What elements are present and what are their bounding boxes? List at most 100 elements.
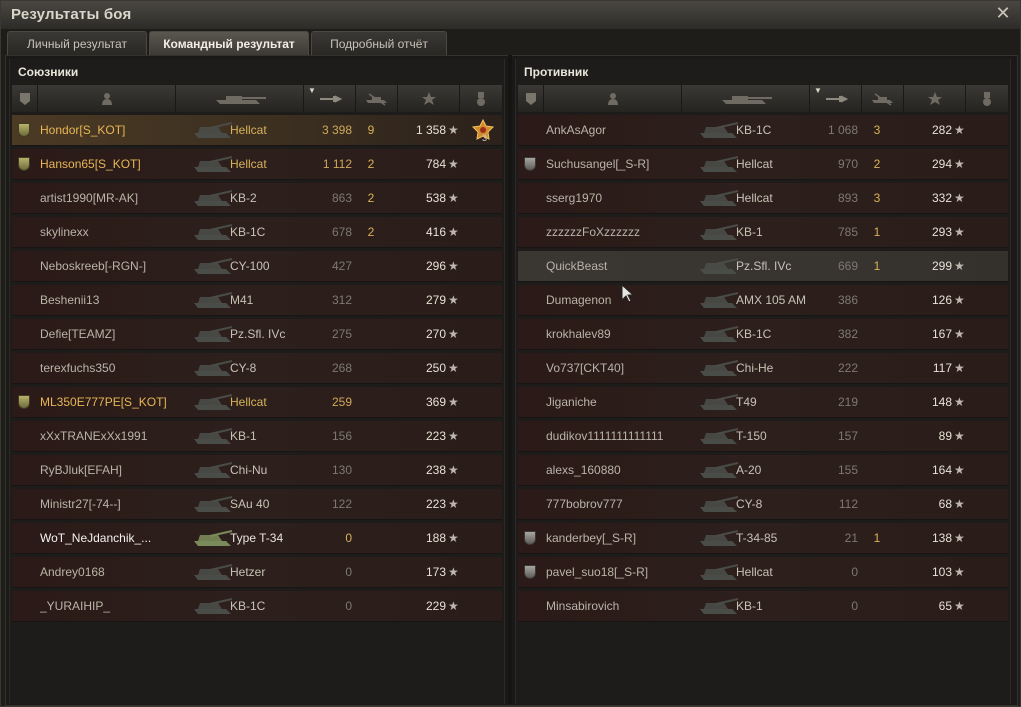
player-name[interactable]: Vo737[CKT40] [546, 353, 696, 383]
player-name[interactable]: ML350E777PE[S_KOT] [40, 387, 190, 417]
vehicle-image [696, 523, 740, 553]
player-name[interactable]: alexs_160880 [546, 455, 696, 485]
header-kills[interactable] [862, 85, 904, 112]
table-row[interactable]: sserg1970 Hellcat 893 3 332 ★ [518, 183, 1008, 214]
table-row[interactable]: Minsabirovich KB-1 0 65 ★ [518, 591, 1008, 622]
table-row[interactable]: Hondor[S_KOT] Hellcat 3 398 9 1 358 ★ 3 [12, 115, 502, 146]
table-row[interactable]: Beshenii13 M41 312 279 ★ [12, 285, 502, 316]
player-name[interactable]: xXxTRANExXx1991 [40, 421, 190, 451]
vehicle-image [696, 387, 740, 417]
tab-personal-result[interactable]: Личный результат [7, 31, 147, 55]
experience-star-icon: ★ [954, 361, 965, 375]
damage-value: 0 [851, 599, 858, 613]
tank-icon [721, 95, 772, 104]
header-player[interactable] [38, 85, 176, 112]
table-row[interactable]: Hanson65[S_KOT] Hellcat 1 112 2 784 ★ [12, 149, 502, 180]
vehicle-name: Type T-34 [230, 531, 284, 545]
table-row[interactable]: Neboskreeb[-RGN-] CY-100 427 296 ★ [12, 251, 502, 282]
table-row[interactable]: Andrey0168 Hetzer 0 173 ★ [12, 557, 502, 588]
table-row[interactable]: Ministr27[-74--] SAu 40 122 223 ★ [12, 489, 502, 520]
table-row[interactable]: Dumagenon AMX 105 AM 386 126 ★ [518, 285, 1008, 316]
player-name[interactable]: 777bobrov777 [546, 489, 696, 519]
table-row[interactable]: WoT_NeJdanchik_... Type T-34 0 188 ★ [12, 523, 502, 554]
table-row[interactable]: QuickBeast Pz.Sfl. IVc 669 1 299 ★ [518, 251, 1008, 282]
player-name[interactable]: QuickBeast [546, 251, 696, 281]
player-name[interactable]: artist1990[MR-AK] [40, 183, 190, 213]
header-player[interactable] [544, 85, 682, 112]
player-name[interactable]: RyBJluk[EFAH] [40, 455, 190, 485]
vehicle-name: KB-2 [230, 191, 257, 205]
damage-value: 893 [837, 191, 858, 205]
vehicle-name: CY-8 [736, 497, 763, 511]
table-row[interactable]: Vo737[CKT40] Chi-He 222 117 ★ [518, 353, 1008, 384]
medal-cell [970, 353, 1000, 383]
vehicle-image [696, 319, 740, 349]
player-name[interactable]: Neboskreeb[-RGN-] [40, 251, 190, 281]
header-kills[interactable] [356, 85, 398, 112]
header-damage[interactable]: ▼ [810, 85, 862, 112]
table-row[interactable]: Suchusangel[_S-R] Hellcat 970 2 294 ★ [518, 149, 1008, 180]
player-name[interactable]: Defie[TEAMZ] [40, 319, 190, 349]
close-icon[interactable]: ✕ [994, 4, 1012, 22]
table-row[interactable]: artist1990[MR-AK] KB-2 863 2 538 ★ [12, 183, 502, 214]
player-name[interactable]: pavel_suo18[_S-R] [546, 557, 696, 587]
table-row[interactable]: alexs_160880 A-20 155 164 ★ [518, 455, 1008, 486]
header-rank-badge[interactable] [12, 85, 38, 112]
player-name[interactable]: dudikov1111111111111 [546, 421, 696, 451]
table-row[interactable]: 777bobrov777 CY-8 112 68 ★ [518, 489, 1008, 520]
player-name[interactable]: Andrey0168 [40, 557, 190, 587]
player-name[interactable]: Jiganiche [546, 387, 696, 417]
player-name[interactable]: Beshenii13 [40, 285, 190, 315]
player-name[interactable]: Hanson65[S_KOT] [40, 149, 190, 179]
title-bar[interactable]: Результаты боя ✕ [1, 1, 1020, 29]
player-name[interactable]: Suchusangel[_S-R] [546, 149, 696, 179]
table-row[interactable]: pavel_suo18[_S-R] Hellcat 0 103 ★ [518, 557, 1008, 588]
player-name[interactable]: Hondor[S_KOT] [40, 115, 190, 145]
player-name[interactable]: sserg1970 [546, 183, 696, 213]
table-row[interactable]: krokhalev89 KB-1C 382 167 ★ [518, 319, 1008, 350]
kills-value [356, 455, 386, 485]
table-row[interactable]: terexfuchs350 CY-8 268 250 ★ [12, 353, 502, 384]
table-row[interactable]: Defie[TEAMZ] Pz.Sfl. IVc 275 270 ★ [12, 319, 502, 350]
table-row[interactable]: AnkAsAgor KB-1C 1 068 3 282 ★ [518, 115, 1008, 146]
table-row[interactable]: skylinexx KB-1C 678 2 416 ★ [12, 217, 502, 248]
table-row[interactable]: RyBJluk[EFAH] Chi-Nu 130 238 ★ [12, 455, 502, 486]
vehicle-icon [700, 258, 739, 274]
player-name[interactable]: skylinexx [40, 217, 190, 247]
player-name[interactable]: AnkAsAgor [546, 115, 696, 145]
player-name[interactable]: terexfuchs350 [40, 353, 190, 383]
table-row[interactable]: ML350E777PE[S_KOT] Hellcat 259 369 ★ [12, 387, 502, 418]
experience-star-icon: ★ [448, 429, 459, 443]
player-name[interactable]: kanderbey[_S-R] [546, 523, 696, 553]
table-row[interactable]: kanderbey[_S-R] T-34-85 21 1 138 ★ [518, 523, 1008, 554]
header-rank-badge[interactable] [518, 85, 544, 112]
player-name[interactable]: Ministr27[-74--] [40, 489, 190, 519]
vehicle-image [696, 183, 740, 213]
player-name[interactable]: Minsabirovich [546, 591, 696, 621]
damage-value: 678 [331, 225, 352, 239]
header-experience[interactable] [398, 85, 460, 112]
tab-team-result[interactable]: Командный результат [149, 31, 309, 55]
player-name[interactable]: krokhalev89 [546, 319, 696, 349]
table-row[interactable]: Jiganiche T49 219 148 ★ [518, 387, 1008, 418]
table-row[interactable]: zzzzzzFoXzzzzzz KB-1 785 1 293 ★ [518, 217, 1008, 248]
header-vehicle[interactable] [682, 85, 810, 112]
medal-cell: 3 [464, 115, 494, 145]
medal-cell [970, 489, 1000, 519]
header-vehicle[interactable] [176, 85, 304, 112]
damage-icon [319, 94, 342, 103]
header-medals[interactable] [460, 85, 502, 112]
table-row[interactable]: xXxTRANExXx1991 KB-1 156 223 ★ [12, 421, 502, 452]
player-name[interactable]: _YURAIHIP_ [40, 591, 190, 621]
header-experience[interactable] [904, 85, 966, 112]
table-row[interactable]: dudikov1111111111111 T-150 157 89 ★ [518, 421, 1008, 452]
player-name[interactable]: WoT_NeJdanchik_... [40, 523, 190, 553]
medal-icon [477, 91, 485, 106]
rank-badge-cell [524, 489, 542, 519]
table-row[interactable]: _YURAIHIP_ KB-1C 0 229 ★ [12, 591, 502, 622]
player-name[interactable]: zzzzzzFoXzzzzzz [546, 217, 696, 247]
damage-value: 0 [851, 565, 858, 579]
tab-detailed-report[interactable]: Подробный отчёт [311, 31, 447, 55]
header-damage[interactable]: ▼ [304, 85, 356, 112]
header-medals[interactable] [966, 85, 1008, 112]
